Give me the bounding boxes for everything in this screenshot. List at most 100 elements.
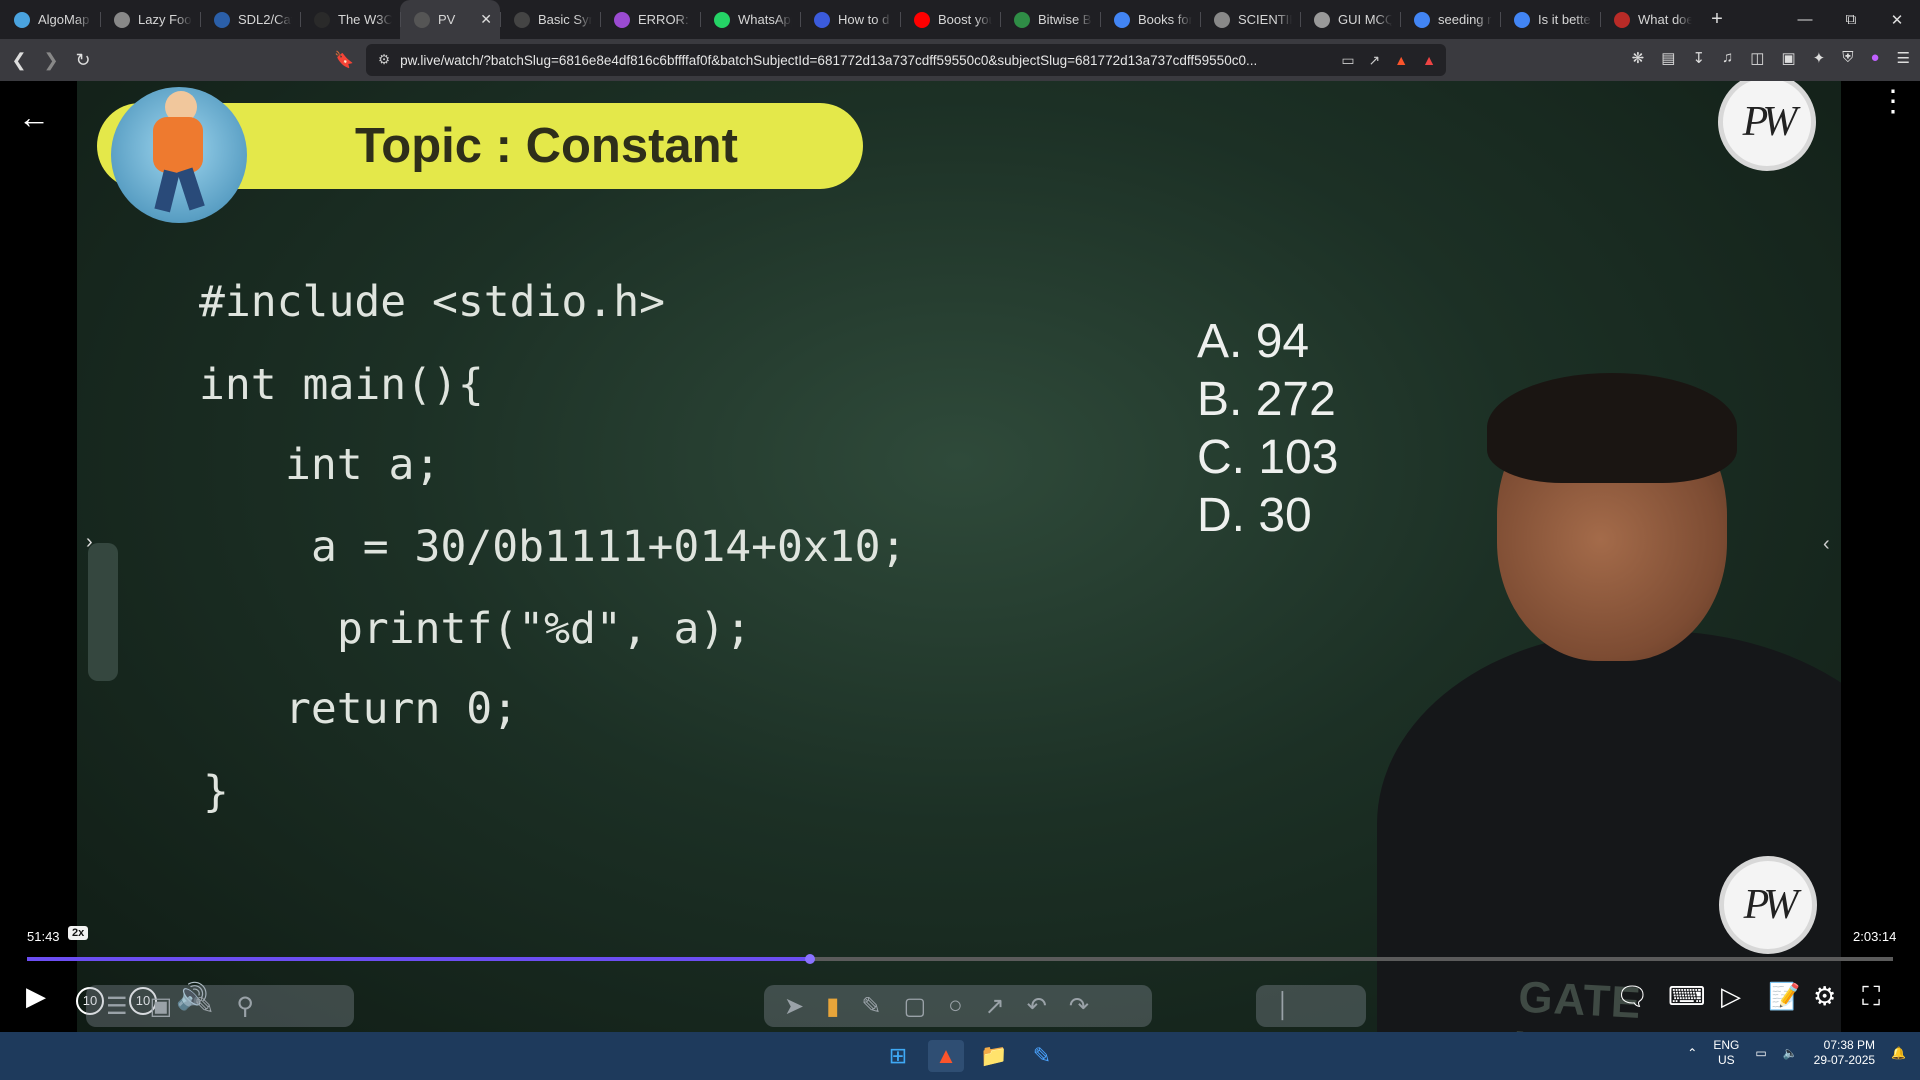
chevron-right-icon[interactable]: › (86, 531, 93, 554)
brave-rewards-icon[interactable]: ▲ (1422, 52, 1436, 69)
address-toolbar: ❮ ❯ ↻ 🔖 ⚙ pw.live/watch/?batchSlug=6816e… (0, 39, 1920, 81)
current-time: 51:43 (27, 929, 60, 944)
browser-tab[interactable]: GUI MCQ (1300, 0, 1400, 39)
extensions-icon[interactable]: ❋ (1632, 49, 1645, 67)
option-d: D. 30 (1197, 489, 1312, 542)
browser-tab[interactable]: SCIENTIFI (1200, 0, 1300, 39)
speaker-icon[interactable]: 🔈 (1783, 1046, 1798, 1060)
browser-tab[interactable]: What doe (1600, 0, 1700, 39)
media-icon[interactable]: ♫ (1722, 49, 1733, 67)
fullscreen-icon[interactable]: ⛶ (1862, 981, 1880, 1013)
cast-icon[interactable]: ▭ (1341, 52, 1354, 69)
sidebar-icon[interactable]: ◫ (1750, 49, 1764, 67)
code-line: a = 30/0b1111+014+0x10; (311, 522, 907, 572)
vpn-icon[interactable]: ⛨ (1842, 49, 1853, 67)
reader-mode-icon[interactable]: ▤ (1661, 49, 1675, 67)
forward-icon[interactable]: ❯ (38, 50, 64, 71)
notes-icon[interactable]: 📝 (1768, 981, 1800, 1012)
brave-shields-icon[interactable]: ▲ (1394, 52, 1408, 69)
youtube-icon (914, 11, 930, 28)
option-c: C. 103 (1197, 431, 1339, 484)
chevron-left-icon[interactable]: ‹ (1823, 533, 1830, 556)
seek-bar[interactable] (27, 954, 1893, 964)
code-line: } (203, 767, 229, 817)
tab-title: WhatsApp (738, 12, 792, 27)
wallet-icon[interactable]: ▣ (1781, 49, 1795, 67)
site-settings-icon[interactable]: ⚙ (378, 52, 390, 68)
browser-tab[interactable]: The W3C (300, 0, 400, 39)
algomap-icon (14, 11, 30, 28)
new-tab-button[interactable]: + (1700, 0, 1734, 39)
tab-title: Bitwise B (1038, 12, 1092, 27)
browser-tab[interactable]: How to d (800, 0, 900, 39)
browser-tab[interactable]: SDL2/Cat (200, 0, 300, 39)
annotation-toolbar-left: ☰ ▣ ✎ ⚲ (86, 985, 354, 1027)
brave-browser-icon[interactable]: ▲ (928, 1040, 964, 1072)
language-indicator[interactable]: ENG US (1713, 1038, 1739, 1068)
chevron-up-icon[interactable]: ⌃ (1687, 1046, 1697, 1060)
clock[interactable]: 07:38 PM 29-07-2025 (1814, 1038, 1875, 1068)
browser-tab[interactable]: Is it bette (1500, 0, 1600, 39)
play-icon[interactable]: ▶ (26, 981, 46, 1012)
sdl-icon (214, 11, 230, 28)
notification-bell-icon[interactable]: 🔔 (1891, 1046, 1906, 1060)
back-icon[interactable]: ❮ (6, 50, 32, 71)
browser-tab[interactable]: Boost you (900, 0, 1000, 39)
globe-icon (1214, 11, 1230, 28)
browser-tab[interactable]: Books for (1100, 0, 1200, 39)
menu-icon[interactable]: ☰ (1897, 49, 1910, 67)
video-frame[interactable]: Topic : Constant #include <stdio.h> int … (77, 81, 1841, 1032)
tab-title: Books for (1138, 12, 1192, 27)
tab-title: ERROR: Th (638, 12, 692, 27)
side-panel-handle[interactable] (88, 543, 118, 681)
settings-gear-icon[interactable]: ⚙ (1813, 981, 1836, 1012)
windows-taskbar: ⊞ ▲ 📁 ✎ ⌃ ENG US ▭ 🔈 07:38 PM 29-07-2025… (0, 1032, 1920, 1080)
highlighter-icon: ▮ (826, 992, 840, 1020)
browser-tab[interactable]: Basic Synt (500, 0, 600, 39)
browser-tab[interactable]: seeding r (1400, 0, 1500, 39)
browser-tab[interactable]: PV ✕ (400, 0, 500, 39)
back-arrow-icon[interactable]: ← (18, 99, 50, 136)
downloads-icon[interactable]: ↧ (1692, 49, 1705, 67)
browser-tab[interactable]: WhatsApp (700, 0, 800, 39)
restore-button[interactable]: ⧉ (1828, 0, 1874, 39)
more-options-icon[interactable]: ⋮ (1878, 87, 1908, 117)
audio-icon (414, 11, 430, 28)
doc-icon (514, 11, 530, 28)
pen-app-icon[interactable]: ✎ (1024, 1040, 1060, 1072)
browser-tab[interactable]: AlgoMap (0, 0, 100, 39)
pw-logo: PW (1718, 81, 1816, 171)
video-player[interactable]: Topic : Constant #include <stdio.h> int … (0, 81, 1920, 1032)
browser-tab[interactable]: ERROR: Th (600, 0, 700, 39)
bookmark-icon[interactable]: 🔖 (334, 50, 354, 70)
url-bar[interactable]: ⚙ pw.live/watch/?batchSlug=6816e8e4df816… (366, 44, 1446, 76)
image-icon: ▣ (149, 992, 173, 1020)
mini-player-icon[interactable]: ▷ (1721, 981, 1741, 1012)
reload-icon[interactable]: ↻ (70, 50, 96, 71)
gear-icon (1314, 11, 1330, 28)
answer-options: A. 94 B. 272 C. 103 D. 30 (1197, 313, 1338, 545)
windows-start-icon[interactable]: ⊞ (880, 1040, 916, 1072)
browser-tools: ❋ ▤ ↧ ♫ ◫ ▣ ✦ ⛨ ● ☰ (1632, 49, 1910, 67)
playback-speed-badge[interactable]: 2x (68, 926, 89, 940)
ai-icon[interactable]: ✦ (1813, 49, 1826, 67)
file-explorer-icon[interactable]: 📁 (976, 1040, 1012, 1072)
tab-title: The W3C (338, 12, 392, 27)
code-line: int a; (285, 440, 441, 490)
close-tab-icon[interactable]: ✕ (480, 11, 492, 28)
quora-icon (1614, 11, 1630, 28)
tab-title: What doe (1638, 12, 1692, 27)
seek-bar-handle[interactable] (804, 954, 815, 964)
close-window-button[interactable]: ✕ (1874, 0, 1920, 39)
chat-icon[interactable]: 🗨 (1616, 981, 1649, 1012)
translate-icon[interactable]: ⌨ (1668, 981, 1706, 1012)
zoom-icon: ⚲ (236, 992, 254, 1020)
minimize-button[interactable]: — (1782, 0, 1828, 39)
url-text[interactable]: pw.live/watch/?batchSlug=6816e8e4df816c6… (400, 53, 1331, 68)
profile-icon[interactable]: ● (1870, 49, 1879, 67)
browser-tab[interactable]: Bitwise B (1000, 0, 1100, 39)
browser-tab[interactable]: Lazy Foo (100, 0, 200, 39)
network-icon[interactable]: ▭ (1755, 1046, 1766, 1060)
share-icon[interactable]: ↗ (1369, 52, 1381, 69)
eraser-icon: ✎ (861, 992, 882, 1020)
